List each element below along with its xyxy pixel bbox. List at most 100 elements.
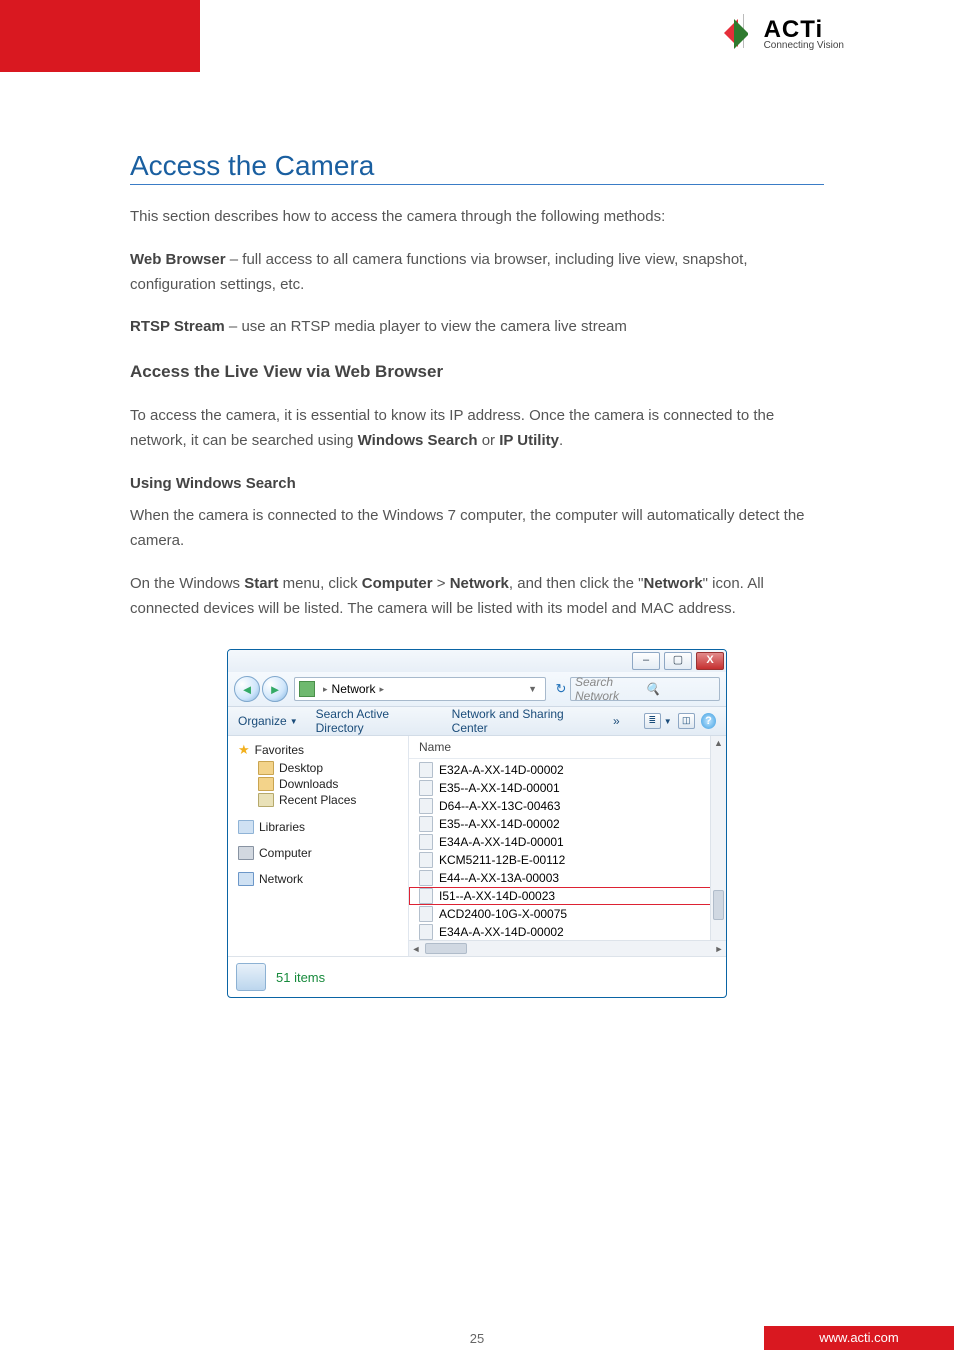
brand-red-bar (0, 0, 200, 72)
intro-paragraph: This section describes how to access the… (130, 205, 824, 230)
device-list-item[interactable]: E34A-A-XX-14D-00002 (409, 923, 726, 941)
bullet-rtsp: RTSP Stream – use an RTSP media player t… (130, 315, 824, 340)
scroll-right-icon[interactable]: ► (712, 944, 726, 954)
breadcrumb-network[interactable]: Network (332, 682, 376, 696)
device-list-item[interactable]: E44--A-XX-13A-00003 (409, 869, 726, 887)
vertical-scrollbar[interactable]: ▲ ▼ (710, 736, 726, 956)
libraries-icon (238, 820, 254, 834)
device-list-item[interactable]: I51--A-XX-14D-00023 (409, 887, 726, 905)
device-icon (419, 780, 433, 796)
address-dropdown-icon[interactable]: ▼ (528, 684, 537, 694)
section-subtitle: Access the Live View via Web Browser (130, 358, 824, 386)
device-icon (419, 798, 433, 814)
network-large-icon (236, 963, 266, 991)
logo-mark-icon (724, 19, 758, 49)
title-rule (130, 184, 824, 185)
sidebar-network[interactable]: Network (238, 872, 408, 886)
scroll-thumb[interactable] (425, 943, 467, 954)
brand-logo: ACTi Connecting Vision (724, 16, 844, 51)
bullet-web-browser: Web Browser – full access to all camera … (130, 248, 824, 298)
status-bar: 51 items (228, 956, 726, 997)
sidebar: ★Favorites Desktop Downloads Recent Plac… (228, 736, 409, 956)
device-icon (419, 852, 433, 868)
toolbar-network-center[interactable]: Network and Sharing Center (452, 707, 595, 735)
sidebar-favorites[interactable]: ★Favorites (238, 742, 408, 758)
device-name: E34A-A-XX-14D-00002 (439, 925, 564, 939)
device-icon (419, 870, 433, 886)
device-name: I51--A-XX-14D-00023 (439, 889, 555, 903)
page-title: Access the Camera (130, 150, 824, 182)
device-name: E34A-A-XX-14D-00001 (439, 835, 564, 849)
scroll-left-icon[interactable]: ◄ (409, 944, 423, 954)
device-list-item[interactable]: E34A-A-XX-14D-00001 (409, 833, 726, 851)
footer-url: www.acti.com (764, 1326, 954, 1350)
address-bar[interactable]: ▸ Network ▸ ▼ (294, 677, 546, 701)
device-name: KCM5211-12B-E-00112 (439, 853, 565, 867)
bullet-rtsp-desc: – use an RTSP media player to view the c… (225, 318, 627, 335)
nav-bar: ◄ ► ▸ Network ▸ ▼ ↻ Search Network 🔍 (228, 672, 726, 707)
scroll-thumb[interactable] (713, 890, 724, 920)
device-list-item[interactable]: KCM5211-12B-E-00112 (409, 851, 726, 869)
view-list-icon[interactable]: ≣ (644, 713, 661, 729)
scroll-up-icon[interactable]: ▲ (714, 736, 723, 750)
computer-icon (238, 846, 254, 860)
desktop-icon (258, 761, 274, 775)
device-icon (419, 906, 433, 922)
preview-pane-icon[interactable]: ◫ (678, 713, 695, 729)
network-icon (238, 872, 254, 886)
nav-back-button[interactable]: ◄ (234, 676, 260, 702)
device-list-item[interactable]: E35--A-XX-14D-00002 (409, 815, 726, 833)
sidebar-item-downloads[interactable]: Downloads (238, 776, 408, 792)
device-name: D64--A-XX-13C-00463 (439, 799, 560, 813)
nav-forward-button[interactable]: ► (262, 676, 288, 702)
device-icon (419, 924, 433, 940)
device-icon (419, 816, 433, 832)
device-name: E35--A-XX-14D-00002 (439, 817, 560, 831)
window-close-button[interactable]: X (696, 652, 724, 670)
device-name: E44--A-XX-13A-00003 (439, 871, 559, 885)
sidebar-computer[interactable]: Computer (238, 846, 408, 860)
search-placeholder: Search Network (575, 675, 645, 703)
sidebar-item-recent[interactable]: Recent Places (238, 792, 408, 808)
item-count: 51 items (276, 970, 325, 985)
search-box[interactable]: Search Network 🔍 (570, 677, 720, 701)
toolbar-more[interactable]: » (613, 714, 620, 728)
downloads-icon (258, 777, 274, 791)
page-number: 25 (470, 1331, 484, 1346)
device-icon (419, 888, 433, 904)
device-icon (419, 834, 433, 850)
toolbar-search-ad[interactable]: Search Active Directory (316, 707, 434, 735)
device-list-item[interactable]: D64--A-XX-13C-00463 (409, 797, 726, 815)
device-name: E32A-A-XX-14D-00002 (439, 763, 564, 777)
device-list-item[interactable]: E35--A-XX-14D-00001 (409, 779, 726, 797)
device-list-item[interactable]: E32A-A-XX-14D-00002 (409, 761, 726, 779)
subsection-windows-search: Using Windows Search (130, 472, 824, 497)
star-icon: ★ (238, 742, 250, 758)
toolbar-organize[interactable]: Organize▼ (238, 714, 298, 728)
sidebar-libraries[interactable]: Libraries (238, 820, 408, 834)
sidebar-item-desktop[interactable]: Desktop (238, 760, 408, 776)
chevron-down-icon: ▼ (290, 717, 298, 726)
horizontal-scrollbar[interactable]: ◄ ► (409, 940, 726, 956)
file-list: Name E32A-A-XX-14D-00002 E35--A-XX-14D-00… (409, 736, 726, 956)
device-name: E35--A-XX-14D-00001 (439, 781, 560, 795)
paragraph-access-ip: To access the camera, it is essential to… (130, 404, 824, 454)
refresh-button[interactable]: ↻ (552, 680, 570, 698)
help-icon[interactable]: ? (701, 713, 716, 729)
column-header-name[interactable]: Name (409, 736, 726, 759)
breadcrumb-sep-icon: ▸ (323, 684, 328, 695)
window-minimize-button[interactable]: – (632, 652, 660, 670)
device-name: ACD2400-10G-X-00075 (439, 907, 567, 921)
device-icon (419, 762, 433, 778)
device-list-item[interactable]: ACD2400-10G-X-00075 (409, 905, 726, 923)
explorer-screenshot: – ▢ X ◄ ► ▸ Network ▸ ▼ ↻ (227, 649, 727, 998)
window-titlebar: – ▢ X (228, 650, 726, 672)
bullet-rtsp-term: RTSP Stream (130, 318, 225, 335)
bullet-web-browser-term: Web Browser (130, 251, 226, 268)
search-icon: 🔍 (645, 682, 715, 696)
window-maximize-button[interactable]: ▢ (664, 652, 692, 670)
breadcrumb-sep-icon: ▸ (380, 684, 385, 695)
network-icon (299, 681, 315, 697)
paragraph-auto-detect: When the camera is connected to the Wind… (130, 504, 824, 554)
view-dropdown-icon[interactable]: ▼ (664, 717, 672, 726)
